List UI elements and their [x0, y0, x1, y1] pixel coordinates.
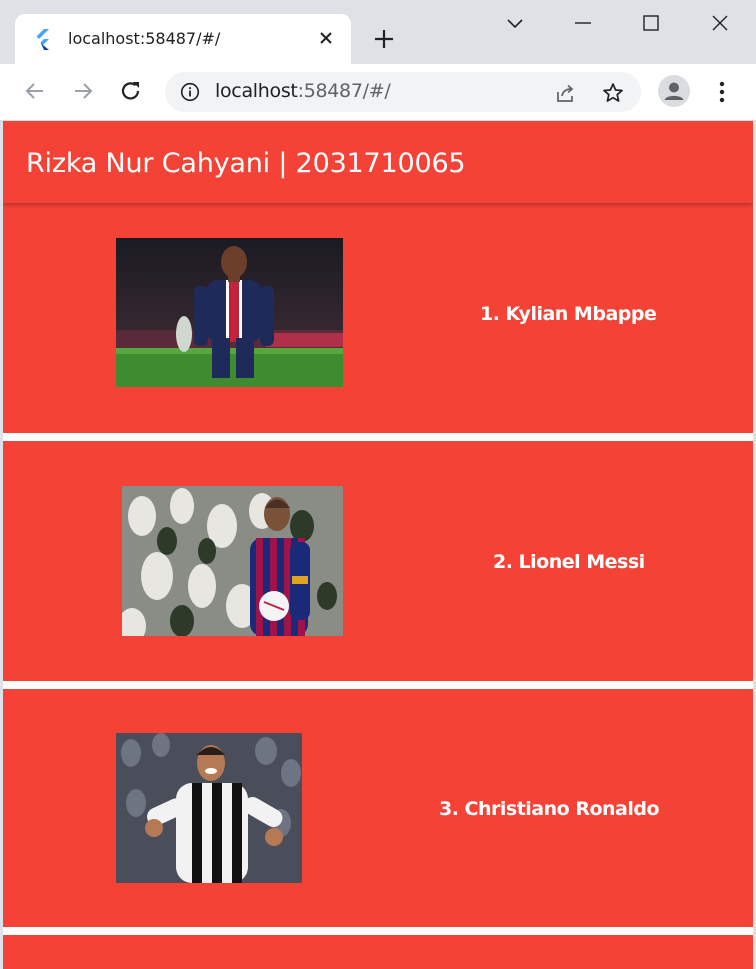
bookmark-star-icon[interactable] [601, 81, 625, 105]
player-card-4[interactable] [3, 935, 753, 969]
info-icon[interactable] [180, 82, 200, 102]
url-path: :58487/#/ [297, 80, 391, 102]
maximize-icon[interactable] [640, 12, 662, 34]
flutter-icon [36, 29, 49, 50]
player-name: 3. Christiano Ronaldo [439, 798, 660, 820]
forward-arrow-icon[interactable] [69, 77, 97, 105]
browser-tab[interactable]: localhost:58487/#/ [15, 14, 351, 64]
player-photo-ronaldo [116, 733, 302, 883]
page-title: Rizka Nur Cahyani | 2031710065 [26, 148, 466, 179]
more-menu-icon[interactable] [711, 80, 733, 104]
tab-search-chevron-icon[interactable] [504, 12, 526, 34]
close-tab-icon[interactable] [317, 29, 335, 47]
player-name: 1. Kylian Mbappe [480, 303, 657, 325]
app-bar: Rizka Nur Cahyani | 2031710065 [3, 121, 753, 203]
app-viewport: Rizka Nur Cahyani | 2031710065 1. Kylian… [3, 121, 753, 969]
close-window-icon[interactable] [709, 12, 731, 34]
profile-avatar-icon[interactable] [658, 75, 690, 107]
player-photo-mbappe [116, 238, 343, 387]
address-bar[interactable]: localhost:58487/#/ [165, 72, 641, 112]
tab-title: localhost:58487/#/ [68, 29, 221, 48]
player-photo-messi [122, 486, 343, 636]
player-name: 2. Lionel Messi [493, 551, 645, 573]
browser-toolbar: localhost:58487/#/ [0, 64, 756, 121]
player-card-3[interactable]: 3. Christiano Ronaldo [3, 689, 753, 927]
player-card-2[interactable]: 2. Lionel Messi [3, 441, 753, 681]
new-tab-icon[interactable] [372, 27, 396, 51]
url-text[interactable]: localhost:58487/#/ [215, 80, 391, 102]
back-arrow-icon[interactable] [21, 77, 49, 105]
player-card-1[interactable]: 1. Kylian Mbappe [3, 203, 753, 433]
share-icon[interactable] [553, 81, 577, 105]
minimize-icon[interactable] [572, 12, 594, 34]
url-host: localhost [215, 80, 298, 102]
browser-titlebar: localhost:58487/#/ [0, 0, 756, 64]
reload-icon[interactable] [117, 77, 145, 105]
